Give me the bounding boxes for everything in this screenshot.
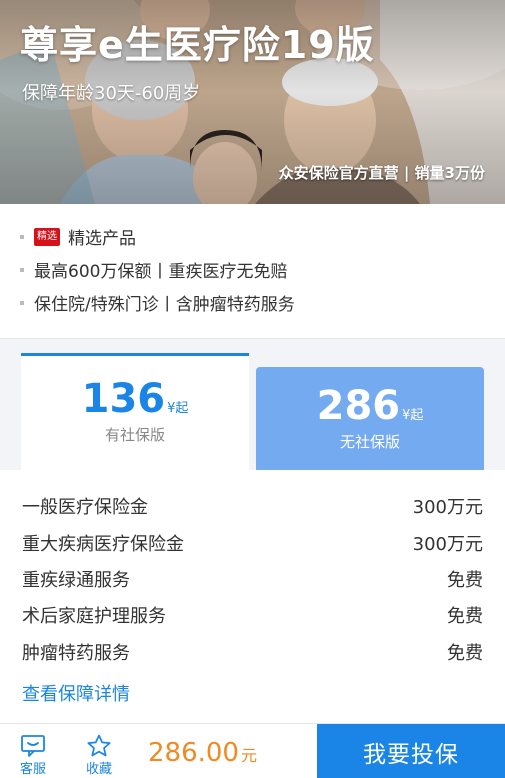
feature-text: 保住院/特殊门诊丨含肿瘤特药服务 bbox=[34, 295, 295, 315]
feature-item: 保住院/特殊门诊丨含肿瘤特药服务 bbox=[20, 290, 295, 315]
feature-item: 精选 精选产品 bbox=[20, 224, 136, 249]
plan-selector: 136 ¥起 有社保版 286 ¥起 无社保版 bbox=[0, 339, 505, 470]
total-price: 286.00 元 bbox=[148, 738, 257, 768]
bullet-icon bbox=[20, 267, 24, 272]
coverage-name: 肿瘤特药服务 bbox=[22, 643, 130, 664]
plan-price-row: 286 ¥起 bbox=[256, 385, 484, 427]
plan-price-row: 136 ¥起 bbox=[21, 378, 249, 420]
coverage-row: 重疾绿通服务 免费 bbox=[22, 561, 483, 597]
coverage-row: 术后家庭护理服务 免费 bbox=[22, 597, 483, 633]
coverage-row: 一般医疗保险金 300万元 bbox=[22, 488, 483, 524]
coverage-name: 术后家庭护理服务 bbox=[22, 606, 166, 627]
feature-list: 精选 精选产品 最高600万保额丨重疾医疗无免赔 保住院/特殊门诊丨含肿瘤特药服… bbox=[0, 204, 505, 339]
bottom-action-bar: 客服 收藏 286.00 元 我要投保 bbox=[0, 723, 505, 778]
plan-price: 286 bbox=[316, 383, 401, 429]
favorite-label: 收藏 bbox=[85, 762, 112, 777]
buy-insurance-button[interactable]: 我要投保 bbox=[317, 724, 505, 778]
coverage-value: 免费 bbox=[447, 643, 483, 664]
coverage-value: 免费 bbox=[447, 570, 483, 591]
plan-tab-with-social-insurance[interactable]: 136 ¥起 有社保版 bbox=[21, 353, 249, 470]
coverage-name: 重大疾病医疗保险金 bbox=[22, 534, 184, 555]
coverage-name: 重疾绿通服务 bbox=[22, 570, 130, 591]
view-coverage-details-link[interactable]: 查看保障详情 bbox=[22, 680, 130, 706]
official-sales-badge: 众安保险官方直营 | 销量3万份 bbox=[278, 164, 485, 182]
coverage-row: 重大疾病医疗保险金 300万元 bbox=[22, 525, 483, 561]
coverage-row: 肿瘤特药服务 免费 bbox=[22, 634, 483, 670]
plan-label: 有社保版 bbox=[104, 426, 165, 444]
hero-banner: 尊享e生医疗险19版 保障年龄30天-60周岁 众安保险官方直营 | 销量3万份 bbox=[0, 0, 505, 204]
plan-label: 无社保版 bbox=[339, 433, 400, 451]
coverage-value: 300万元 bbox=[412, 497, 483, 518]
plan-price-suffix: ¥起 bbox=[167, 401, 189, 416]
feature-text: 最高600万保额丨重疾医疗无免赔 bbox=[34, 262, 288, 282]
feature-item: 最高600万保额丨重疾医疗无免赔 bbox=[20, 257, 287, 282]
plan-price-suffix: ¥起 bbox=[402, 408, 424, 423]
feature-text: 精选产品 bbox=[68, 229, 136, 249]
age-range-text: 保障年龄30天-60周岁 bbox=[22, 83, 201, 104]
star-icon bbox=[87, 734, 111, 757]
coverage-name: 一般医疗保险金 bbox=[22, 497, 148, 518]
plan-price: 136 bbox=[81, 376, 166, 422]
selected-tag: 精选 bbox=[34, 227, 60, 246]
total-price-unit: 元 bbox=[240, 746, 257, 765]
customer-service-label: 客服 bbox=[19, 762, 46, 777]
chat-icon bbox=[21, 735, 45, 757]
coverage-list: 一般医疗保险金 300万元 重大疾病医疗保险金 300万元 重疾绿通服务 免费 … bbox=[0, 470, 505, 723]
product-page: 尊享e生医疗险19版 保障年龄30天-60周岁 众安保险官方直营 | 销量3万份… bbox=[0, 0, 505, 778]
coverage-value: 免费 bbox=[447, 606, 483, 627]
total-price-value: 286.00 bbox=[148, 738, 239, 768]
favorite-button[interactable]: 收藏 bbox=[66, 724, 132, 778]
customer-service-button[interactable]: 客服 bbox=[0, 724, 66, 778]
coverage-value: 300万元 bbox=[412, 534, 483, 555]
product-title: 尊享e生医疗险19版 bbox=[20, 23, 375, 67]
plan-tab-without-social-insurance[interactable]: 286 ¥起 无社保版 bbox=[256, 367, 484, 470]
bullet-icon bbox=[20, 234, 24, 239]
bullet-icon bbox=[20, 300, 24, 305]
